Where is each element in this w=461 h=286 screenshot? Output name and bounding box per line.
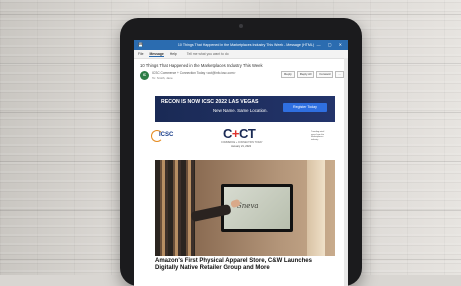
- camera-icon: [239, 24, 243, 28]
- email-subject: 10 Things That Happened in the Marketpla…: [140, 63, 263, 68]
- window-controls[interactable]: — ▢ ✕: [317, 40, 345, 50]
- newsletter-masthead: ICSC C+CT COMMERCE + CONNECTION TODAY Ja…: [151, 126, 335, 156]
- ribbon-bar: File Message Help Tell me what you want …: [134, 50, 348, 59]
- tell-me-search[interactable]: Tell me what you want to do: [187, 52, 229, 56]
- window-light: [307, 160, 325, 256]
- touchscreen-kiosk: Sneva: [221, 184, 293, 232]
- cct-logo: C+CT: [223, 126, 256, 141]
- forward-button[interactable]: Forward: [316, 71, 334, 78]
- scrollbar[interactable]: [344, 58, 348, 286]
- reply-button[interactable]: Reply: [281, 71, 295, 78]
- clothing-rack: [155, 160, 195, 256]
- avatar: IC: [140, 71, 149, 80]
- tab-message[interactable]: Message: [149, 52, 164, 57]
- article-headline[interactable]: Amazon's First Physical Apparel Store, C…: [155, 258, 335, 273]
- masthead-note: Trending retail news from the Marketplac…: [311, 131, 325, 141]
- banner-subline: New Name. Same Location.: [213, 108, 268, 113]
- save-icon[interactable]: 💾: [138, 40, 143, 50]
- window-title: 10 Things That Happened in the Marketpla…: [177, 43, 315, 47]
- reply-all-button[interactable]: Reply All: [296, 71, 315, 78]
- register-today-button[interactable]: Register Today: [283, 103, 327, 112]
- email-actions: Reply Reply All Forward ...: [281, 71, 344, 78]
- sender-row: IC ICSC Commerce + Connection Today <cct…: [134, 70, 348, 84]
- sender-address[interactable]: ICSC Commerce + Connection Today <cct@in…: [152, 71, 236, 75]
- tab-help[interactable]: Help: [170, 52, 177, 56]
- banner-headline: RECON IS NOW ICSC 2022 LAS VEGAS: [161, 99, 259, 105]
- icsc-logo: ICSC: [159, 132, 174, 138]
- article-photo[interactable]: Sneva: [155, 160, 335, 256]
- promo-banner[interactable]: RECON IS NOW ICSC 2022 LAS VEGAS New Nam…: [155, 96, 335, 122]
- recipient-line: To: Smith, Jane: [152, 76, 173, 80]
- tab-file[interactable]: File: [138, 52, 143, 56]
- window-titlebar: 💾 10 Things That Happened in the Marketp…: [134, 40, 348, 50]
- cct-tagline: COMMERCE + CONNECTION TODAY: [221, 141, 263, 144]
- issue-date: January 21, 2022: [231, 145, 252, 148]
- more-actions-button[interactable]: ...: [335, 71, 344, 78]
